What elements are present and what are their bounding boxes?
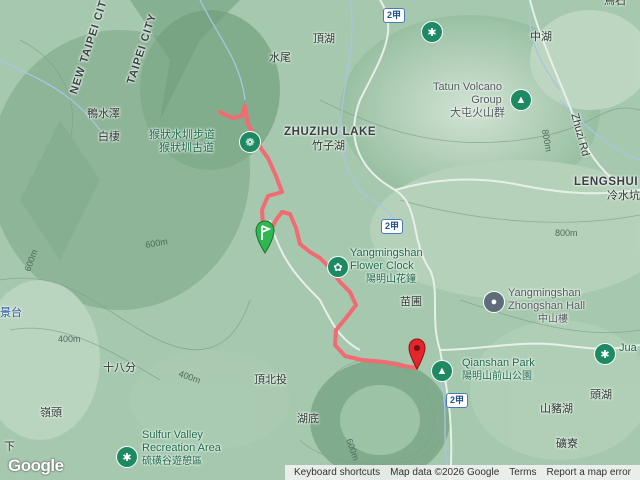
contour-label: 800m [555, 228, 578, 238]
clock-line-3: 陽明山花鐘 [366, 274, 416, 285]
sulfur-line-1: Sulfur Valley [142, 429, 203, 441]
houshan-line-1: 猴狀水圳步道 [149, 129, 215, 141]
label-zhonghu: 中湖 [530, 31, 552, 43]
label-lengshui-zh: 冷水坑 [607, 190, 640, 202]
tatun-line-3: 大屯火山群 [450, 107, 505, 119]
label-niaoshi: 鳥石 [604, 0, 626, 7]
mountain-poi-icon[interactable]: ▲ [510, 89, 532, 111]
end-marker-icon[interactable] [408, 338, 426, 370]
label-hudi: 湖底 [297, 413, 319, 425]
flower-clock-poi-icon[interactable]: ✿ [327, 256, 349, 278]
label-tatun: Tatun Volcano Group 大屯火山群 [430, 81, 505, 120]
label-houshan-trail: 猴狀水圳步道 猴狀圳古道 [149, 129, 215, 155]
tatun-line-1: Tatun Volcano [432, 81, 503, 93]
label-zhongshan-hall: Yangmingshan Zhongshan Hall 中山樓 [508, 287, 585, 326]
label-sulfur-valley: Sulfur Valley Recreation Area 硫磺谷遊憩區 [142, 429, 221, 468]
label-baitang: 白棲 [98, 131, 120, 143]
google-logo: Google [8, 456, 64, 475]
label-dinghu: 頂湖 [313, 33, 335, 45]
sulfur-line-3: 硫磺谷遊憩區 [142, 456, 202, 467]
sulfur-line-2: Recreation Area [142, 442, 221, 454]
label-zhuzihu-en: ZHUZIHU LAKE [284, 126, 377, 138]
map-footer: Keyboard shortcuts Map data ©2026 Google… [284, 465, 640, 480]
label-jingtai: 景台 [0, 307, 22, 319]
label-qianshan-park: Qianshan Park 陽明山前山公園 [462, 357, 535, 383]
qianshan-line-1: Qianshan Park [462, 357, 535, 369]
zhongshan-line-3: 中山樓 [538, 314, 568, 325]
clock-line-1: Yangmingshan [350, 247, 423, 259]
route-shield-2jia: 2甲 [381, 219, 404, 234]
tatun-line-2: Group [471, 94, 502, 106]
contour-label: 400m [58, 334, 81, 344]
report-error-link[interactable]: Report a map error [547, 467, 631, 478]
park-poi-icon[interactable]: ✱ [421, 21, 443, 43]
qianshan-line-2: 陽明山前山公園 [462, 371, 532, 382]
route-shield-2jia: 2甲 [383, 8, 406, 23]
label-shibafen: 十八分 [103, 362, 136, 374]
map-data-attribution: Map data ©2026 Google [390, 467, 500, 478]
houshan-line-2: 猴狀圳古道 [159, 142, 214, 154]
label-miaopu: 苗圃 [400, 296, 422, 308]
recreation-poi-icon[interactable]: ✱ [116, 446, 138, 468]
terms-link[interactable]: Terms [509, 467, 536, 478]
label-toufen: 頭湖 [590, 389, 612, 401]
start-marker-icon[interactable] [255, 220, 275, 254]
label-shaliao: 礦寮 [556, 438, 578, 450]
label-flower-clock: Yangmingshan Flower Clock 陽明山花鐘 [350, 247, 423, 286]
label-ju: Jua [619, 342, 637, 354]
label-xia: 下 [4, 441, 15, 453]
label-shanzhuhu: 山豬湖 [540, 403, 573, 415]
zhongshan-line-1: Yangmingshan [508, 287, 581, 299]
label-dingbeitou: 頂北投 [254, 374, 287, 386]
label-zhuzihu-zh: 竹子湖 [312, 140, 345, 152]
park-poi-icon[interactable]: ✱ [594, 343, 616, 365]
label-lengshui-en: LENGSHUI [574, 176, 639, 188]
route-shield-2jia: 2甲 [446, 393, 469, 408]
clock-line-2: Flower Clock [350, 260, 414, 272]
landmark-poi-icon[interactable]: ● [483, 291, 505, 313]
label-lingtou: 嶺頭 [40, 407, 62, 419]
label-shuiwei: 水尾 [269, 52, 291, 64]
label-yashuize: 鴨水澤 [87, 108, 120, 120]
zhongshan-line-2: Zhongshan Hall [508, 300, 586, 312]
keyboard-shortcuts-link[interactable]: Keyboard shortcuts [294, 467, 380, 478]
park-tree-poi-icon[interactable]: ▲ [431, 360, 453, 382]
trail-poi-icon[interactable]: ❁ [239, 131, 261, 153]
